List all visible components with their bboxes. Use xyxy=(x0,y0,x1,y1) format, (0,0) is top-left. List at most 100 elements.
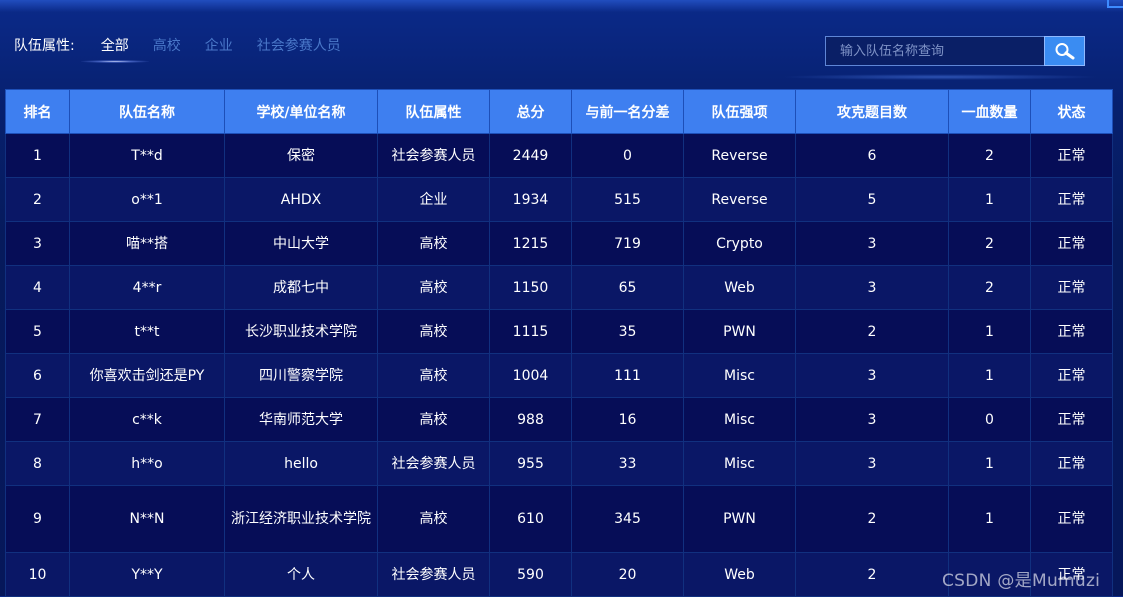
cell-status: 正常 xyxy=(1030,397,1113,442)
cell-first-blood: 1 xyxy=(948,485,1031,553)
tab-all[interactable]: 全部 xyxy=(80,35,149,63)
cell-status: 正常 xyxy=(1030,353,1113,398)
cell-school: 长沙职业技术学院 xyxy=(224,309,378,354)
cell-team-name: h**o xyxy=(69,441,225,486)
cell-total-score: 1115 xyxy=(489,309,572,354)
cell-score-gap: 111 xyxy=(571,353,684,398)
cell-score-gap: 0 xyxy=(571,133,684,178)
cell-school: hello xyxy=(224,441,378,486)
col-rank: 排名 xyxy=(5,89,70,134)
cell-solved: 3 xyxy=(795,397,949,442)
cell-solved: 2 xyxy=(795,309,949,354)
cell-team-type: 高校 xyxy=(377,309,490,354)
cell-rank: 6 xyxy=(5,353,70,398)
cell-strength: Web xyxy=(683,552,796,597)
watermark: CSDN @是Mumuzi xyxy=(942,571,1101,591)
col-solved: 攻克题目数 xyxy=(795,89,949,134)
ranking-table: 排名 队伍名称 学校/单位名称 队伍属性 总分 与前一名分差 队伍强项 攻克题目… xyxy=(5,89,1113,597)
cell-team-type: 企业 xyxy=(377,177,490,222)
search-button[interactable] xyxy=(1044,36,1085,66)
cell-team-type: 高校 xyxy=(377,265,490,310)
filter-label: 队伍属性: xyxy=(14,38,75,54)
cell-strength: PWN xyxy=(683,485,796,553)
cell-score-gap: 515 xyxy=(571,177,684,222)
cell-rank: 1 xyxy=(5,133,70,178)
cell-score-gap: 33 xyxy=(571,441,684,486)
cell-score-gap: 345 xyxy=(571,485,684,553)
cell-total-score: 1934 xyxy=(489,177,572,222)
cell-total-score: 590 xyxy=(489,552,572,597)
cell-team-type: 高校 xyxy=(377,221,490,266)
cell-rank: 3 xyxy=(5,221,70,266)
cell-school: 保密 xyxy=(224,133,378,178)
team-type-filter: 队伍属性: 全部 高校 企业 社会参赛人员 xyxy=(14,34,365,63)
cell-rank: 9 xyxy=(5,485,70,553)
cell-team-name: t**t xyxy=(69,309,225,354)
cell-score-gap: 719 xyxy=(571,221,684,266)
team-search xyxy=(825,36,1085,66)
cell-team-name: o**1 xyxy=(69,177,225,222)
cell-solved: 3 xyxy=(795,265,949,310)
table-row: 4 4**r 成都七中 高校 1150 65 Web 3 2 正常 xyxy=(5,265,1113,310)
cell-school: 浙江经济职业技术学院 xyxy=(224,485,378,553)
cell-team-type: 高校 xyxy=(377,485,490,553)
tab-enterprise[interactable]: 企业 xyxy=(205,35,233,55)
cell-total-score: 988 xyxy=(489,397,572,442)
table-row: 5 t**t 长沙职业技术学院 高校 1115 35 PWN 2 1 正常 xyxy=(5,309,1113,354)
cell-strength: PWN xyxy=(683,309,796,354)
search-glow xyxy=(780,74,1100,80)
cell-team-type: 高校 xyxy=(377,397,490,442)
cell-score-gap: 20 xyxy=(571,552,684,597)
table-header: 排名 队伍名称 学校/单位名称 队伍属性 总分 与前一名分差 队伍强项 攻克题目… xyxy=(5,89,1113,134)
cell-team-name: 4**r xyxy=(69,265,225,310)
cell-school: 中山大学 xyxy=(224,221,378,266)
table-row: 7 c**k 华南师范大学 高校 988 16 Misc 3 0 正常 xyxy=(5,397,1113,442)
cell-strength: Misc xyxy=(683,397,796,442)
cell-team-type: 社会参赛人员 xyxy=(377,441,490,486)
cell-school: AHDX xyxy=(224,177,378,222)
cell-rank: 4 xyxy=(5,265,70,310)
cell-status: 正常 xyxy=(1030,309,1113,354)
table-row: 6 你喜欢击剑还是PY 四川警察学院 高校 1004 111 Misc 3 1 正常 xyxy=(5,353,1113,398)
tab-university[interactable]: 高校 xyxy=(153,35,181,55)
cell-strength: Misc xyxy=(683,353,796,398)
cell-rank: 8 xyxy=(5,441,70,486)
cell-strength: Reverse xyxy=(683,177,796,222)
cell-score-gap: 16 xyxy=(571,397,684,442)
cell-first-blood: 0 xyxy=(948,397,1031,442)
cell-solved: 2 xyxy=(795,485,949,553)
cell-first-blood: 2 xyxy=(948,133,1031,178)
tab-public[interactable]: 社会参赛人员 xyxy=(257,35,341,55)
cell-total-score: 1215 xyxy=(489,221,572,266)
cell-solved: 2 xyxy=(795,552,949,597)
cell-first-blood: 2 xyxy=(948,221,1031,266)
cell-first-blood: 1 xyxy=(948,309,1031,354)
search-input[interactable] xyxy=(825,36,1044,66)
cell-score-gap: 65 xyxy=(571,265,684,310)
cell-strength: Web xyxy=(683,265,796,310)
cell-solved: 6 xyxy=(795,133,949,178)
cell-rank: 2 xyxy=(5,177,70,222)
cell-first-blood: 1 xyxy=(948,441,1031,486)
top-glow xyxy=(0,0,1123,12)
cell-school: 成都七中 xyxy=(224,265,378,310)
cell-total-score: 610 xyxy=(489,485,572,553)
cell-rank: 7 xyxy=(5,397,70,442)
table-row: 9 N**N 浙江经济职业技术学院 高校 610 345 PWN 2 1 正常 xyxy=(5,485,1113,553)
search-icon xyxy=(1055,43,1074,60)
cell-first-blood: 1 xyxy=(948,353,1031,398)
cell-status: 正常 xyxy=(1030,441,1113,486)
cell-team-type: 社会参赛人员 xyxy=(377,552,490,597)
cell-team-name: Y**Y xyxy=(69,552,225,597)
table-row: 1 T**d 保密 社会参赛人员 2449 0 Reverse 6 2 正常 xyxy=(5,133,1113,178)
col-first-blood: 一血数量 xyxy=(948,89,1031,134)
col-school: 学校/单位名称 xyxy=(224,89,378,134)
cell-rank: 10 xyxy=(5,552,70,597)
table-body: 1 T**d 保密 社会参赛人员 2449 0 Reverse 6 2 正常 2 o**1 AHDX 企业… xyxy=(5,133,1113,597)
cell-solved: 3 xyxy=(795,441,949,486)
table-row: 8 h**o hello 社会参赛人员 955 33 Misc 3 1 正常 xyxy=(5,441,1113,486)
table-row: 2 o**1 AHDX 企业 1934 515 Reverse 5 1 正常 xyxy=(5,177,1113,222)
cell-first-blood: 1 xyxy=(948,177,1031,222)
cell-team-name: 喵**搭 xyxy=(69,221,225,266)
cell-team-name: T**d xyxy=(69,133,225,178)
